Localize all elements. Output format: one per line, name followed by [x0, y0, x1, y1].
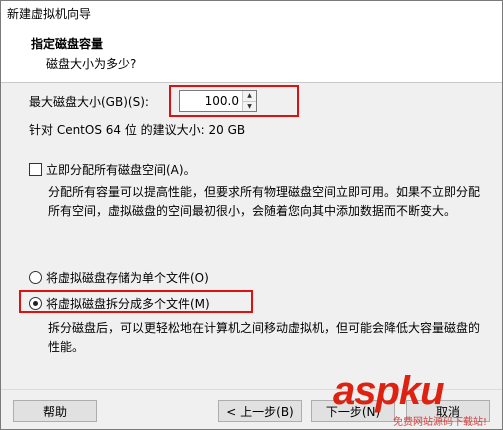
- max-size-label: 最大磁盘大小(GB)(S):: [29, 95, 149, 109]
- allocate-description: 分配所有容量可以提高性能，但要求所有物理磁盘空间立即可用。如果不立即分配所有空间…: [48, 185, 481, 218]
- watermark-text: aspku: [333, 369, 445, 413]
- page-subtitle: 磁盘大小为多少?: [46, 57, 137, 71]
- wizard-header: 指定磁盘容量 磁盘大小为多少?: [1, 25, 502, 83]
- split-description: 拆分磁盘后，可以更轻松地在计算机之间移动虚拟机，但可能会降低大容量磁盘的性能。: [48, 321, 481, 354]
- watermark-subtext: 免费网站源码下载站!: [393, 417, 488, 428]
- single-file-radio[interactable]: [29, 271, 42, 284]
- page-title: 指定磁盘容量: [31, 37, 104, 51]
- title-bar: 新建虚拟机向导: [1, 1, 502, 25]
- window-title: 新建虚拟机向导: [7, 6, 92, 21]
- watermark-logo: aspku 免费网站源码下载站!: [333, 369, 503, 429]
- allocate-now-label: 立即分配所有磁盘空间(A)。: [46, 163, 196, 177]
- single-file-label: 将虚拟磁盘存储为单个文件(O): [46, 271, 209, 285]
- max-size-row: 最大磁盘大小(GB)(S):: [29, 93, 149, 110]
- highlight-box-split: [19, 290, 253, 313]
- wizard-window: 新建虚拟机向导 指定磁盘容量 磁盘大小为多少? 最大磁盘大小(GB)(S): ▲…: [0, 0, 503, 430]
- help-button[interactable]: 帮助: [13, 400, 97, 422]
- allocate-now-checkbox[interactable]: [29, 163, 42, 176]
- highlight-box-size: [169, 85, 299, 117]
- back-button[interactable]: < 上一步(B): [218, 400, 302, 422]
- recommended-size-text: 针对 CentOS 64 位 的建议大小: 20 GB: [29, 123, 246, 137]
- single-file-row[interactable]: 将虚拟磁盘存储为单个文件(O): [29, 269, 209, 286]
- allocate-now-row[interactable]: 立即分配所有磁盘空间(A)。: [29, 161, 196, 178]
